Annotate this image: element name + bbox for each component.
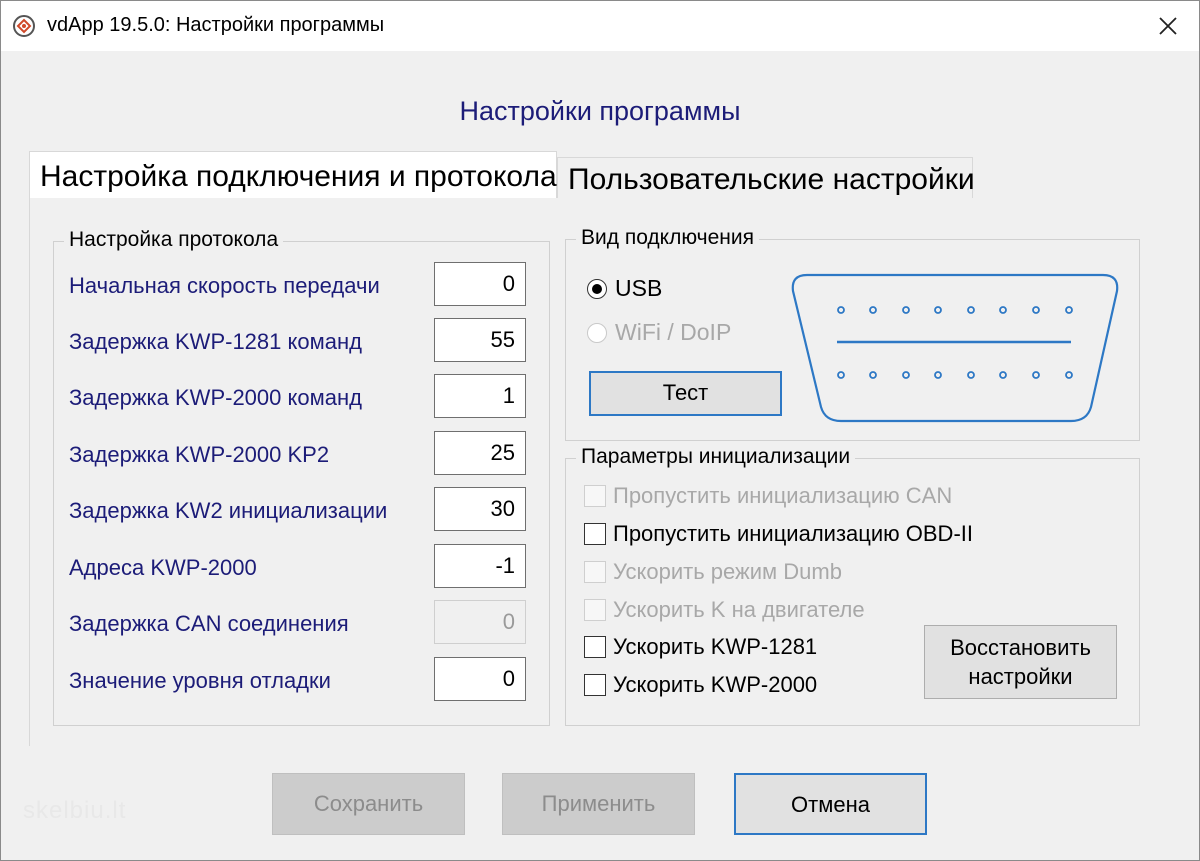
speed-k-engine-checkbox (584, 599, 606, 621)
kwp2000-kp2-label: Задержка KWP-2000 KP2 (69, 442, 330, 467)
kwp1281-delay-label: Задержка KWP-1281 команд (69, 329, 362, 354)
usb-radio-option[interactable]: USB (587, 275, 662, 302)
cancel-button[interactable]: Отмена (734, 773, 927, 835)
kw2-init-delay-label: Задержка KW2 инициализации (69, 498, 388, 523)
tab-user-settings[interactable]: Пользовательские настройки (557, 157, 975, 199)
tab-connection-protocol[interactable]: Настройка подключения и протокола (29, 151, 557, 199)
skip-can-init-option: Пропустить инициализацию CAN (584, 483, 952, 509)
speed-dumb-label: Ускорить режим Dumb (613, 559, 842, 584)
speed-kwp2000-label: Ускорить KWP-2000 (613, 672, 818, 697)
apply-button[interactable]: Применить (502, 773, 695, 835)
settings-window: vdApp 19.5.0: Настройки программы Настро… (0, 0, 1200, 861)
can-delay-input: 0 (434, 600, 526, 644)
skip-obd-init-option[interactable]: Пропустить инициализацию OBD-II (584, 521, 973, 547)
usb-radio-label: USB (615, 275, 663, 301)
wifi-radio-option: WiFi / DoIP (587, 319, 731, 346)
dialog-heading: Настройки программы (459, 96, 741, 126)
kwp2000-delay-input[interactable]: 1 (434, 374, 526, 418)
watermark: skelbiu.lt (23, 797, 127, 824)
window-title: vdApp 19.5.0: Настройки программы (47, 14, 385, 36)
speed-kwp1281-checkbox[interactable] (584, 636, 606, 658)
protocol-group: Настройка протокола (53, 228, 550, 726)
initial-speed-input[interactable]: 0 (434, 262, 526, 306)
speed-kwp1281-label: Ускорить KWP-1281 (613, 634, 818, 659)
speed-dumb-option: Ускорить режим Dumb (584, 559, 842, 585)
debug-level-label: Значение уровня отладки (69, 668, 331, 693)
obd-connector-icon (791, 273, 1119, 423)
protocol-group-title: Настройка протокола (64, 228, 284, 252)
kwp2000-address-input[interactable]: -1 (434, 544, 526, 588)
kwp2000-delay-label: Задержка KWP-2000 команд (69, 385, 362, 410)
kwp2000-kp2-input[interactable]: 25 (434, 431, 526, 475)
speed-kwp2000-checkbox[interactable] (584, 674, 606, 696)
kw2-init-delay-input[interactable]: 30 (434, 487, 526, 531)
restore-button-line2: настройки (968, 664, 1073, 689)
skip-obd-init-checkbox[interactable] (584, 523, 606, 545)
kwp1281-delay-input[interactable]: 55 (434, 318, 526, 362)
skip-can-init-checkbox (584, 485, 606, 507)
test-button[interactable]: Тест (589, 371, 782, 416)
kwp2000-address-label: Адреса KWP-2000 (69, 555, 257, 580)
init-group-title: Параметры инициализации (576, 445, 856, 469)
initial-speed-label: Начальная скорость передачи (69, 273, 380, 298)
speed-k-engine-label: Ускорить K на двигателе (613, 597, 865, 622)
title-bar: vdApp 19.5.0: Настройки программы (1, 1, 1199, 51)
speed-dumb-checkbox (584, 561, 606, 583)
skip-can-init-label: Пропустить инициализацию CAN (613, 483, 953, 508)
speed-kwp1281-option[interactable]: Ускорить KWP-1281 (584, 634, 817, 660)
wifi-radio (587, 322, 607, 343)
save-button[interactable]: Сохранить (272, 773, 465, 835)
close-button[interactable] (1137, 1, 1199, 51)
wifi-radio-label: WiFi / DoIP (615, 319, 732, 345)
restore-button-line1: Восстановить (950, 635, 1091, 660)
speed-k-engine-option: Ускорить K на двигателе (584, 597, 865, 623)
close-icon[interactable] (1158, 16, 1178, 36)
can-delay-label: Задержка CAN соединения (69, 611, 349, 636)
app-icon (13, 15, 35, 37)
speed-kwp2000-option[interactable]: Ускорить KWP-2000 (584, 672, 817, 698)
restore-settings-button[interactable]: Восстановить настройки (924, 625, 1117, 699)
usb-radio[interactable] (587, 278, 607, 299)
skip-obd-init-label: Пропустить инициализацию OBD-II (613, 521, 973, 546)
connection-group-title: Вид подключения (576, 226, 759, 250)
debug-level-input[interactable]: 0 (434, 657, 526, 701)
